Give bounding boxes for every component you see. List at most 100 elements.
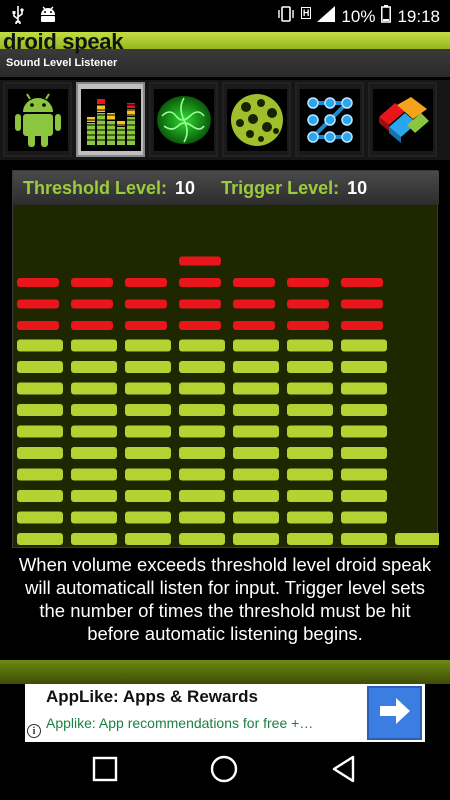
tab-equalizer[interactable] xyxy=(76,82,145,157)
meter-segment-green xyxy=(71,382,117,395)
meter-segment-green xyxy=(125,382,171,395)
ad-subtitle[interactable]: Applike: App recommendations for free +… xyxy=(46,715,313,731)
meter-segment-green xyxy=(71,490,117,502)
tab-connect[interactable] xyxy=(295,82,364,157)
meter-segment-red xyxy=(179,256,221,266)
meter-segment-red xyxy=(125,321,167,330)
android-notification-icon xyxy=(38,6,58,29)
tab-sphere[interactable] xyxy=(222,82,291,157)
meter-segment-green xyxy=(125,533,171,545)
connect-dots-icon xyxy=(299,88,360,151)
meter-segment-green xyxy=(17,404,63,416)
meter-segment-green xyxy=(125,468,171,481)
meter-segment-green xyxy=(341,447,387,459)
meter-segment-green xyxy=(179,533,225,545)
meter-segment-green xyxy=(287,425,333,438)
meter-segment-red xyxy=(287,278,329,287)
meter-segment-green xyxy=(71,511,117,524)
app-title: droid speak xyxy=(3,29,124,54)
meter-segment-green xyxy=(287,361,333,373)
meter-segment-green xyxy=(341,361,387,373)
meter-segment-red xyxy=(233,321,275,330)
meter-segment-red xyxy=(125,299,167,309)
home-button[interactable] xyxy=(208,755,240,788)
meter-segment-green xyxy=(125,404,171,416)
meter-segment-red xyxy=(179,299,221,309)
levels-header: Threshold Level: 10 Trigger Level: 10 xyxy=(13,171,439,205)
meter-segment-red xyxy=(179,321,221,330)
meter-segment-green xyxy=(179,447,225,459)
ad-title[interactable]: AppLike: Apps & Rewards xyxy=(46,687,258,707)
meter-segment-green xyxy=(341,339,387,352)
vibrate-icon xyxy=(277,5,295,28)
tab-brain[interactable] xyxy=(149,82,218,157)
meter-segment-red xyxy=(179,278,221,287)
ad-open-button[interactable] xyxy=(367,686,422,740)
meter-segment-green xyxy=(341,468,387,481)
meter-segment-green xyxy=(287,533,333,545)
meter-segment-green xyxy=(233,425,279,438)
meter-segment-green xyxy=(287,447,333,459)
meter-segment-green xyxy=(341,425,387,438)
meter-segment-green xyxy=(287,339,333,352)
square-icon xyxy=(92,756,118,787)
meter-segment-green xyxy=(341,490,387,502)
meter-segment-green xyxy=(17,339,63,352)
meter-segment-green xyxy=(233,533,279,545)
meter-segment-green xyxy=(125,361,171,373)
meter-segment-red xyxy=(71,278,113,287)
description-text: When volume exceeds threshold level droi… xyxy=(18,554,432,644)
meter-segment-green xyxy=(341,533,387,545)
trigger-label: Trigger Level: xyxy=(221,177,340,198)
meter-segment-green xyxy=(233,404,279,416)
meter-segment-green xyxy=(233,339,279,352)
ad-info-icon[interactable]: i xyxy=(27,724,41,738)
meter-segment-red xyxy=(17,278,59,287)
meter-segment-green xyxy=(233,511,279,524)
meter-segment-green xyxy=(125,339,171,352)
threshold-label: Threshold Level: xyxy=(23,177,168,198)
meter-segment-green xyxy=(179,490,225,502)
meter-segment-green xyxy=(179,339,225,352)
meter-segment-red xyxy=(341,299,383,309)
meter-segment-green xyxy=(71,361,117,373)
colored-blocks-icon xyxy=(372,88,433,151)
level-meter-graphic xyxy=(17,256,439,545)
app-subtitle: Sound Level Listener xyxy=(6,57,118,69)
level-meter xyxy=(13,205,439,549)
meter-segment-green xyxy=(287,404,333,416)
meter-segment-green xyxy=(125,425,171,438)
tab-blocks[interactable] xyxy=(368,82,437,157)
meter-segment-green xyxy=(287,490,333,502)
meter-segment-green xyxy=(179,511,225,524)
meter-segment-red xyxy=(233,299,275,309)
circle-icon xyxy=(210,755,238,788)
meter-segment-green xyxy=(179,468,225,481)
meter-segment-red xyxy=(17,321,59,330)
meter-segment-green xyxy=(341,511,387,524)
triangle-back-icon xyxy=(331,755,357,788)
meter-segment-green xyxy=(287,382,333,395)
threshold-value[interactable]: 10 xyxy=(175,178,195,199)
meter-segment-green xyxy=(179,425,225,438)
back-button[interactable] xyxy=(328,755,360,788)
meter-segment-green xyxy=(341,382,387,395)
meter-segment-red xyxy=(341,278,383,287)
meter-segment-green xyxy=(17,468,63,481)
meter-segment-green xyxy=(17,361,63,373)
meter-segment-red xyxy=(71,321,113,330)
meter-segment-red xyxy=(17,299,59,309)
trigger-value[interactable]: 10 xyxy=(347,178,367,199)
ad-banner[interactable]: AppLike: Apps & Rewards Applike: App rec… xyxy=(25,684,425,742)
green-brain-icon xyxy=(153,88,214,151)
meter-segment-green xyxy=(17,533,63,545)
meter-segment-green xyxy=(233,361,279,373)
status-bar: H 10% 19:18 xyxy=(0,0,450,32)
recents-button[interactable] xyxy=(89,756,121,786)
signal-icon xyxy=(317,6,336,27)
battery-icon xyxy=(381,5,392,28)
meter-segment-green xyxy=(71,533,117,545)
app-header: droid speak Sound Level Listener xyxy=(0,29,450,77)
tab-android[interactable] xyxy=(3,82,72,157)
meter-segment-green xyxy=(179,382,225,395)
